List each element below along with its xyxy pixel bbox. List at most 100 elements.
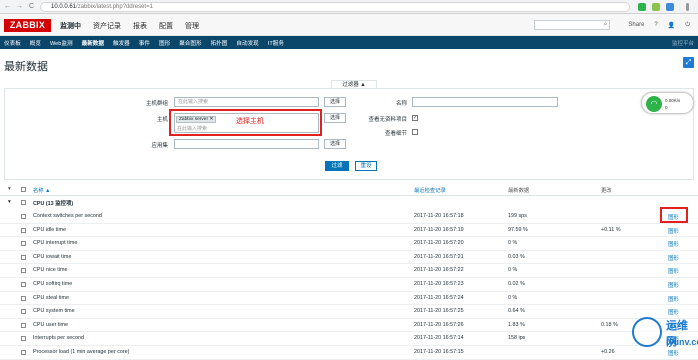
row-checkbox[interactable] bbox=[21, 322, 26, 328]
header-right: ⌕ Share ? 👤 ⏻ bbox=[534, 20, 690, 30]
fullscreen-icon[interactable]: ⤢ bbox=[683, 57, 694, 68]
column-change: 更改 bbox=[601, 188, 612, 194]
row-checkbox[interactable] bbox=[21, 241, 26, 247]
item-last-check: 2017-11-20 16:57:14 bbox=[414, 335, 464, 342]
subnav-events[interactable]: 事件 bbox=[139, 39, 150, 47]
browser-toolbar: ← → C 10.0.0.61/zabbix/latest.php?ddrese… bbox=[0, 0, 698, 14]
row-checkbox[interactable] bbox=[21, 309, 26, 315]
table-row: CPU interrupt time 2017-11-20 16:57:20 0 %… bbox=[0, 237, 698, 251]
collapse-icon[interactable]: ▾ bbox=[8, 199, 11, 205]
application-select-button[interactable]: 选择 bbox=[324, 139, 346, 149]
show-details-label: 查看细节 bbox=[384, 131, 407, 137]
network-speed-widget[interactable]: ◠ 0.00K/s 0 bbox=[641, 92, 694, 114]
item-last-value: 0 % bbox=[508, 294, 518, 301]
item-last-value: 158 ips bbox=[508, 335, 526, 342]
subnav-overview[interactable]: 概览 bbox=[30, 39, 41, 47]
top-menu: 监测中 资产记录 报表 配置 管理 bbox=[60, 21, 211, 31]
row-checkbox[interactable] bbox=[21, 254, 26, 260]
item-last-check: 2017-11-20 16:57:20 bbox=[414, 240, 464, 247]
app-header: ZABBIX 监测中 资产记录 报表 配置 管理 ⌕ Share ? 👤 ⏻ bbox=[0, 14, 698, 36]
show-details-checkbox[interactable] bbox=[412, 129, 418, 135]
menu-monitoring[interactable]: 监测中 bbox=[60, 21, 81, 31]
table-header: ▾ 名称 ▲ 最近检查记录 最新数据 更改 bbox=[0, 183, 698, 196]
global-search-input[interactable]: ⌕ bbox=[534, 20, 611, 30]
graph-link[interactable]: 图形 bbox=[668, 267, 679, 275]
item-last-check: 2017-11-20 16:57:19 bbox=[414, 226, 464, 233]
application-input[interactable] bbox=[174, 139, 319, 149]
table-row: Interrupts per second 2017-11-20 16:57:14… bbox=[0, 332, 698, 346]
show-no-data-checkbox[interactable]: ✓ bbox=[412, 115, 418, 121]
host-select-button[interactable]: 选择 bbox=[324, 113, 346, 123]
item-last-value: 0.03 % bbox=[508, 253, 525, 260]
graph-link[interactable]: 图形 bbox=[668, 281, 679, 289]
subnav-triggers[interactable]: 触发器 bbox=[113, 39, 130, 47]
item-last-check: 2017-11-20 16:57:18 bbox=[414, 213, 464, 219]
address-bar[interactable]: 10.0.0.61/zabbix/latest.php?ddreset=1 bbox=[40, 2, 630, 12]
item-last-check: 2017-11-20 16:57:15 bbox=[414, 349, 464, 355]
filter-reset-button[interactable]: 重设 bbox=[355, 161, 377, 171]
row-checkbox[interactable] bbox=[21, 282, 26, 287]
extension-blue-icon[interactable] bbox=[666, 3, 674, 11]
page-title: 最新数据 bbox=[4, 61, 48, 73]
upload-speed: 0.00K/s bbox=[665, 98, 681, 103]
name-input[interactable] bbox=[412, 97, 558, 107]
row-checkbox[interactable] bbox=[21, 268, 26, 274]
item-name: CPU interrupt time bbox=[33, 240, 78, 247]
download-speed: 0 bbox=[665, 105, 668, 110]
subnav-dashboard[interactable]: 仪表板 bbox=[4, 39, 21, 47]
subnav-maps[interactable]: 拓扑图 bbox=[211, 39, 228, 47]
column-last-value: 最新数据 bbox=[508, 188, 530, 194]
row-checkbox[interactable] bbox=[21, 295, 26, 301]
menu-configuration[interactable]: 配置 bbox=[159, 21, 173, 31]
user-profile-icon[interactable]: 👤 bbox=[668, 22, 675, 29]
graph-link[interactable]: 图形 bbox=[668, 254, 679, 262]
column-last-check[interactable]: 最近检查记录 bbox=[414, 186, 446, 194]
collapse-all-icon[interactable]: ▾ bbox=[8, 186, 11, 192]
reload-icon[interactable]: C bbox=[27, 2, 36, 11]
item-last-value: 199 sps bbox=[508, 213, 527, 219]
subnav-it-services[interactable]: IT服务 bbox=[268, 39, 284, 47]
filter-apply-button[interactable]: 过滤 bbox=[325, 161, 349, 171]
menu-administration[interactable]: 管理 bbox=[185, 21, 199, 31]
forward-icon[interactable]: → bbox=[15, 2, 24, 11]
zabbix-logo[interactable]: ZABBIX bbox=[4, 19, 51, 32]
host-label: 主机 bbox=[156, 117, 168, 123]
item-last-value: 0.64 % bbox=[508, 308, 525, 315]
help-icon[interactable]: ? bbox=[654, 22, 657, 28]
subnav-graphs[interactable]: 图形 bbox=[159, 39, 170, 47]
browser-menu-icon[interactable] bbox=[686, 3, 689, 11]
subnav-server-name: 监控平台 bbox=[671, 41, 694, 47]
column-name[interactable]: 名称 ▲ bbox=[33, 186, 50, 194]
row-checkbox[interactable] bbox=[21, 336, 26, 342]
subnav-web[interactable]: Web监测 bbox=[50, 39, 73, 47]
row-checkbox[interactable] bbox=[21, 227, 26, 233]
table-row: Context switches per second 2017-11-20 16… bbox=[0, 210, 698, 224]
host-group-input[interactable]: 在此输入搜索 bbox=[174, 97, 319, 107]
subnav-screens[interactable]: 聚合图形 bbox=[179, 39, 201, 47]
subnav-latest-data[interactable]: 最新数据 bbox=[82, 39, 104, 47]
item-name: CPU softirq time bbox=[33, 281, 73, 287]
share-link[interactable]: Share bbox=[628, 22, 644, 28]
host-group-label: 主机群组 bbox=[145, 101, 168, 107]
group-label: CPU (13 监控项) bbox=[33, 201, 74, 207]
row-checkbox[interactable] bbox=[21, 214, 26, 219]
item-name: Processor load (1 min average per core) bbox=[33, 349, 130, 355]
host-group-select-button[interactable]: 选择 bbox=[324, 97, 346, 107]
graph-link[interactable]: 图形 bbox=[668, 295, 679, 303]
group-checkbox[interactable] bbox=[21, 200, 26, 205]
select-all-checkbox[interactable] bbox=[21, 187, 26, 192]
row-checkbox[interactable] bbox=[21, 350, 26, 355]
extension-icon[interactable] bbox=[652, 3, 660, 11]
extension-shield-icon[interactable] bbox=[638, 3, 646, 11]
application-group-row[interactable]: ▾ CPU (13 监控项) bbox=[0, 197, 698, 210]
subnav-discovery[interactable]: 自动发现 bbox=[236, 39, 258, 47]
back-icon[interactable]: ← bbox=[3, 2, 12, 11]
menu-inventory[interactable]: 资产记录 bbox=[93, 21, 121, 31]
item-last-value: 1.83 % bbox=[508, 321, 525, 328]
search-icon: ⌕ bbox=[603, 21, 608, 28]
graph-link[interactable]: 图形 bbox=[668, 227, 679, 235]
menu-reports[interactable]: 报表 bbox=[133, 21, 147, 31]
table-row: CPU user time 2017-11-20 16:57:26 1.83 % 0.… bbox=[0, 319, 698, 333]
logout-icon[interactable]: ⏻ bbox=[685, 22, 690, 29]
graph-link[interactable]: 图形 bbox=[668, 240, 679, 248]
